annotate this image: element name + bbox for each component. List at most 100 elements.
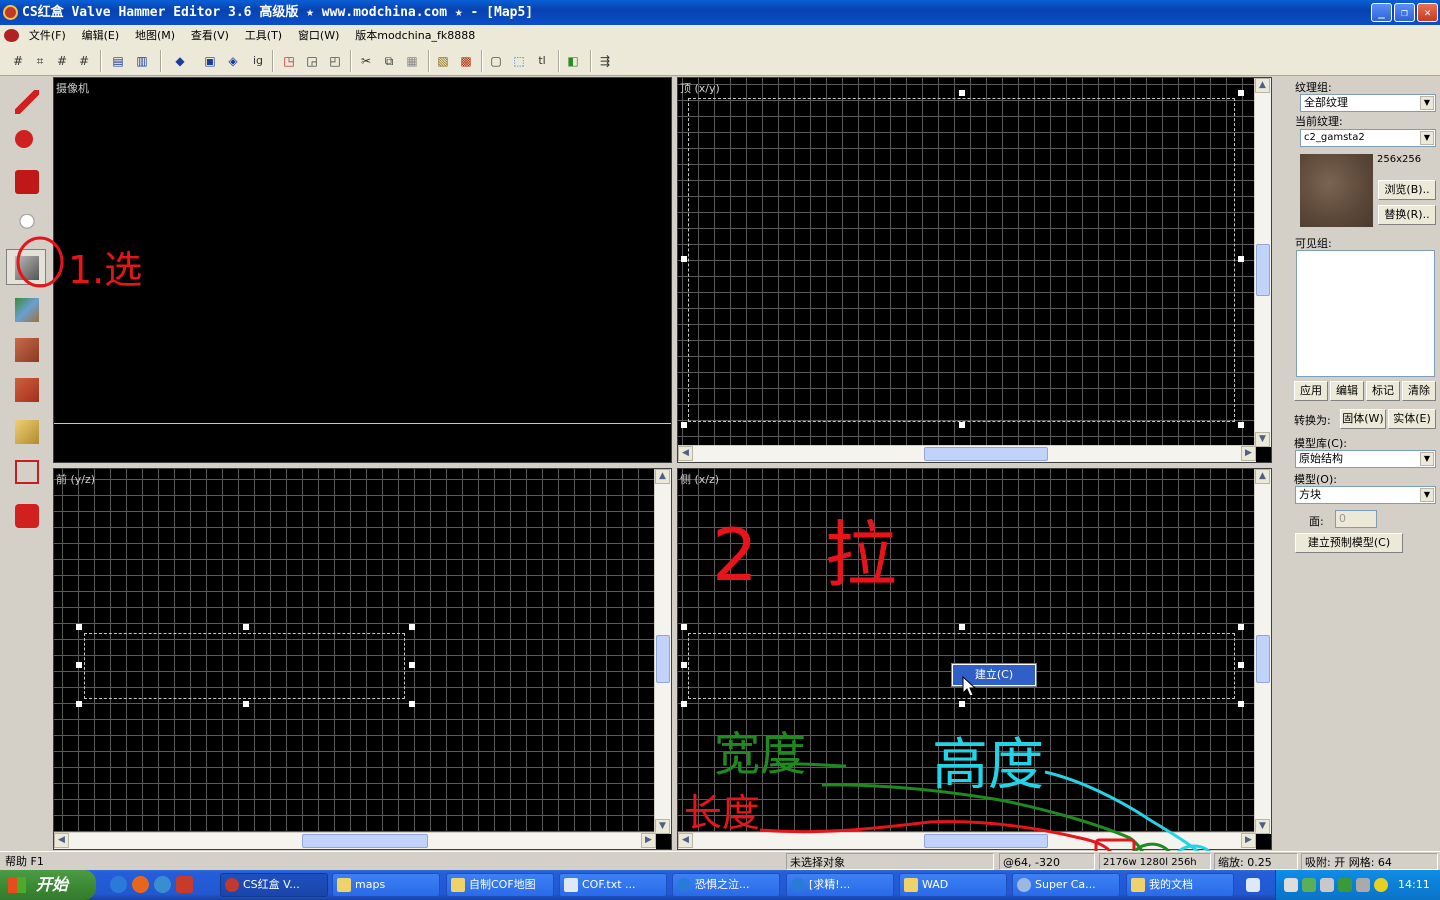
selection-handle[interactable] bbox=[1238, 422, 1244, 428]
apply-button[interactable]: 应用 bbox=[1294, 381, 1328, 401]
prefab-select[interactable]: 方块 ▼ bbox=[1295, 486, 1436, 504]
texture-group-select[interactable]: 全部纹理 ▼ bbox=[1300, 94, 1436, 112]
selection-handle[interactable] bbox=[76, 662, 82, 668]
current-texture-select[interactable]: c2_gamsta2 ▼ bbox=[1300, 129, 1436, 147]
menu-window[interactable]: 窗口(W) bbox=[292, 25, 345, 46]
browser-icon[interactable] bbox=[154, 876, 171, 893]
selection-handle[interactable] bbox=[1238, 701, 1244, 707]
scroll-down-icon[interactable]: ▼ bbox=[1255, 819, 1270, 834]
text-icon[interactable]: tl bbox=[532, 51, 552, 71]
selection-handle[interactable] bbox=[243, 624, 249, 630]
selection-handle[interactable] bbox=[681, 256, 687, 262]
menu-view[interactable]: 查看(V) bbox=[185, 25, 235, 46]
task-hammer[interactable]: CS红盒 V... bbox=[220, 873, 328, 897]
to-world-button[interactable]: 固体(W) bbox=[1340, 409, 1386, 429]
firefox-icon[interactable] bbox=[132, 876, 149, 893]
horizontal-scrollbar[interactable]: ◀ ▶ bbox=[678, 445, 1256, 462]
grid-toggle-icon[interactable]: # bbox=[8, 51, 28, 71]
task-cof-txt[interactable]: COF.txt ... bbox=[559, 873, 667, 897]
ungroup-icon[interactable]: ▥ bbox=[132, 51, 152, 71]
menu-version[interactable]: 版本modchina_fk8888 bbox=[349, 25, 481, 46]
mark-button[interactable]: 标记 bbox=[1366, 381, 1400, 401]
to-entity-button[interactable]: 实体(E) bbox=[1388, 409, 1436, 429]
selection-handle[interactable] bbox=[959, 624, 965, 630]
hollow-icon[interactable]: ▣ bbox=[200, 51, 220, 71]
chevron-down-icon[interactable]: ▼ bbox=[1420, 96, 1434, 110]
horizontal-scrollbar[interactable]: ◀ ▶ bbox=[54, 832, 656, 849]
front-view[interactable]: 前 (y/z) ▲ ▼ ◀ ▶ bbox=[53, 468, 672, 850]
scroll-thumb[interactable] bbox=[924, 447, 1048, 461]
selection-handle[interactable] bbox=[409, 662, 415, 668]
scroll-down-icon[interactable]: ▼ bbox=[655, 819, 670, 834]
task-browser2[interactable]: [求精!... bbox=[786, 873, 894, 897]
prefab-library-select[interactable]: 原始结构 ▼ bbox=[1295, 450, 1436, 468]
group-icon[interactable]: ▤ bbox=[108, 51, 128, 71]
menu-map[interactable]: 地图(M) bbox=[129, 25, 181, 46]
edit-button[interactable]: 编辑 bbox=[1330, 381, 1364, 401]
menu-file[interactable]: 文件(F) bbox=[23, 25, 72, 46]
cut-icon[interactable]: ✂ bbox=[356, 51, 376, 71]
vertical-scrollbar[interactable]: ▲ ▼ bbox=[1254, 78, 1271, 447]
texture-apply-icon[interactable]: ▩ bbox=[456, 51, 476, 71]
carve-icon[interactable]: ◆ bbox=[170, 51, 190, 71]
volume-icon[interactable] bbox=[1356, 878, 1370, 892]
keyboard-icon[interactable] bbox=[1246, 878, 1260, 892]
pointer-tool[interactable] bbox=[6, 83, 46, 119]
selection-handle[interactable] bbox=[243, 701, 249, 707]
camera-tool[interactable] bbox=[6, 163, 46, 199]
block-tool[interactable] bbox=[6, 249, 46, 285]
clipping-tool[interactable] bbox=[6, 413, 46, 449]
create-prefab-button[interactable]: 建立预制模型(C) bbox=[1295, 533, 1403, 553]
undo-icon[interactable]: ◳ bbox=[279, 51, 299, 71]
grid-3d-icon[interactable]: ⌗ bbox=[30, 51, 50, 71]
scroll-thumb[interactable] bbox=[1256, 635, 1270, 683]
horizontal-scrollbar[interactable]: ◀ ▶ bbox=[678, 832, 1256, 849]
selection-handle[interactable] bbox=[1238, 624, 1244, 630]
vertical-scrollbar[interactable]: ▲ ▼ bbox=[1254, 469, 1271, 834]
chevron-down-icon[interactable]: ▼ bbox=[1420, 131, 1434, 145]
faces-stepper[interactable]: 0 bbox=[1335, 510, 1377, 528]
scroll-thumb[interactable] bbox=[924, 834, 1048, 848]
selection-handle[interactable] bbox=[681, 624, 687, 630]
minimize-button[interactable]: _ bbox=[1371, 3, 1392, 22]
vertical-scrollbar[interactable]: ▲ ▼ bbox=[654, 469, 671, 834]
scroll-up-icon[interactable]: ▲ bbox=[655, 469, 670, 484]
selection-handle[interactable] bbox=[681, 701, 687, 707]
flip-icon[interactable]: ◧ bbox=[563, 51, 583, 71]
selection-handle[interactable] bbox=[409, 624, 415, 630]
scroll-up-icon[interactable]: ▲ bbox=[1255, 469, 1270, 484]
decal-tool[interactable] bbox=[6, 371, 46, 407]
document-icon[interactable] bbox=[4, 29, 19, 42]
entity-tool[interactable] bbox=[6, 207, 46, 243]
selection-handle[interactable] bbox=[76, 624, 82, 630]
selection-handle[interactable] bbox=[1238, 662, 1244, 668]
texture-app-tool[interactable] bbox=[6, 291, 46, 327]
menu-tools[interactable]: 工具(T) bbox=[239, 25, 288, 46]
selection-handle[interactable] bbox=[1238, 90, 1244, 96]
vertex-tool[interactable] bbox=[6, 453, 46, 489]
paste-icon[interactable]: ▦ bbox=[402, 51, 422, 71]
tie-icon[interactable]: ◈ bbox=[223, 51, 243, 71]
selection-handle[interactable] bbox=[1238, 256, 1244, 262]
network-icon[interactable] bbox=[1338, 878, 1352, 892]
select-vertices-icon[interactable]: ⬚ bbox=[509, 51, 529, 71]
app-icon[interactable] bbox=[3, 5, 18, 20]
selection-handle[interactable] bbox=[959, 701, 965, 707]
align-icon[interactable]: ⇶ bbox=[595, 51, 615, 71]
texture-lock-icon[interactable]: ▧ bbox=[433, 51, 453, 71]
task-super[interactable]: Super Ca... bbox=[1012, 873, 1120, 897]
replace-button[interactable]: 替换(R).. bbox=[1378, 205, 1436, 225]
selection-box[interactable] bbox=[688, 98, 1235, 422]
selection-handle[interactable] bbox=[959, 422, 965, 428]
browse-button[interactable]: 浏览(B).. bbox=[1378, 180, 1436, 200]
visgroup-list[interactable] bbox=[1296, 250, 1435, 377]
task-maps[interactable]: maps bbox=[332, 873, 440, 897]
selection-handle[interactable] bbox=[76, 701, 82, 707]
task-documents[interactable]: 我的文档 bbox=[1126, 873, 1234, 897]
copy-view-icon[interactable]: ◰ bbox=[325, 51, 345, 71]
camera-view[interactable]: 摄像机 bbox=[53, 77, 672, 463]
grid-larger-icon[interactable]: # bbox=[74, 51, 94, 71]
apply-texture-tool[interactable] bbox=[6, 331, 46, 367]
scroll-right-icon[interactable]: ▶ bbox=[641, 833, 656, 848]
tray-icon[interactable] bbox=[1302, 878, 1316, 892]
